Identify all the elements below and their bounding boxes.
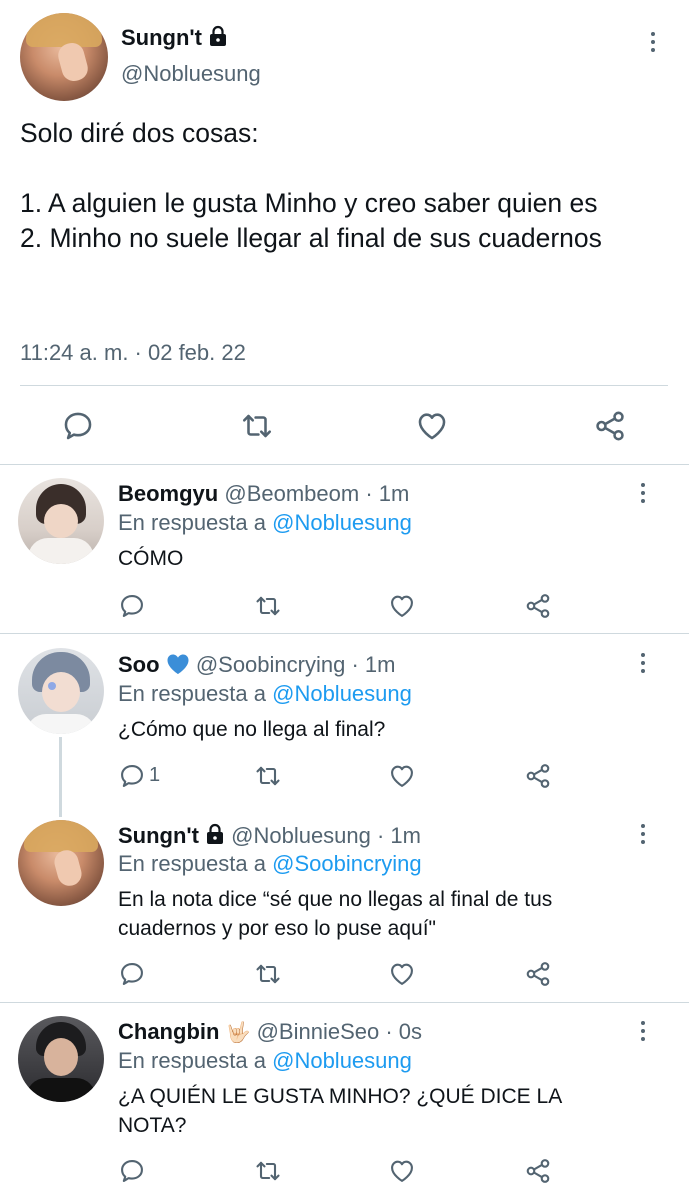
- heart-icon: [391, 963, 413, 985]
- display-name[interactable]: Beomgyu: [118, 481, 218, 506]
- share-icon: [526, 1159, 550, 1183]
- share-icon: [526, 594, 550, 618]
- tweet-text: ¿A QUIÉN LE GUSTA MINHO? ¿QUÉ DICE LA NO…: [118, 1085, 563, 1137]
- tweet-text: En la nota dice “sé que no llegas al fin…: [118, 888, 553, 940]
- reply-button[interactable]: [112, 586, 152, 626]
- separator: [0, 633, 689, 634]
- more-options-button[interactable]: [631, 648, 655, 678]
- display-name[interactable]: Changbin: [118, 1019, 219, 1044]
- share-button[interactable]: [518, 1151, 558, 1191]
- divider: [20, 385, 668, 386]
- handle[interactable]: @Nobluesung: [121, 61, 261, 87]
- avatar[interactable]: [20, 13, 108, 101]
- share-button[interactable]: [518, 586, 558, 626]
- tweet-text: CÓMO: [118, 547, 184, 570]
- reply-context-label: En respuesta a: [118, 851, 266, 876]
- share-icon: [596, 411, 624, 441]
- speech-bubble-icon: [121, 963, 143, 985]
- share-icon: [526, 962, 550, 986]
- reply-button[interactable]: [112, 954, 152, 994]
- separator: [0, 464, 689, 465]
- display-name[interactable]: Sungn't: [121, 25, 202, 50]
- reply-context-label: En respuesta a: [118, 510, 266, 535]
- tweet-text: Solo diré dos cosas: 1. A alguien le gus…: [20, 118, 602, 253]
- like-button[interactable]: [382, 954, 422, 994]
- more-options-button[interactable]: [631, 478, 655, 508]
- reply-button[interactable]: [58, 406, 98, 446]
- speech-bubble-icon: [121, 595, 143, 617]
- display-name[interactable]: Soo: [118, 652, 160, 677]
- reply-context-label: En respuesta a: [118, 681, 266, 706]
- handle-and-time[interactable]: @Soobincrying · 1m: [196, 652, 396, 677]
- avatar[interactable]: [18, 648, 104, 734]
- reply-button[interactable]: [112, 756, 152, 796]
- reply-button[interactable]: [112, 1151, 152, 1191]
- tweet-text: ¿Cómo que no llega al final?: [118, 718, 386, 741]
- share-button[interactable]: [518, 954, 558, 994]
- more-options-button[interactable]: [641, 27, 665, 57]
- lock-icon: [207, 823, 223, 844]
- share-button[interactable]: [590, 406, 630, 446]
- more-options-button[interactable]: [631, 1016, 655, 1046]
- like-button[interactable]: [382, 756, 422, 796]
- retweet-icon: [242, 414, 272, 438]
- handle-and-time[interactable]: @Beombeom · 1m: [224, 481, 409, 506]
- share-icon: [526, 764, 550, 788]
- hand-emoji: 🤟🏻: [225, 1022, 251, 1044]
- reply-to-link[interactable]: @Nobluesung: [272, 510, 412, 535]
- avatar[interactable]: [18, 1016, 104, 1102]
- thread-connector: [59, 737, 62, 817]
- retweet-icon: [256, 596, 280, 616]
- speech-bubble-icon: [121, 1160, 143, 1182]
- tweet-timestamp[interactable]: 11:24 a. m. · 02 feb. 22: [20, 340, 246, 366]
- avatar[interactable]: [18, 820, 104, 906]
- reply-to-link[interactable]: @Nobluesung: [272, 1048, 412, 1073]
- retweet-icon: [256, 964, 280, 984]
- retweet-icon: [256, 1161, 280, 1181]
- retweet-button[interactable]: [237, 406, 277, 446]
- retweet-button[interactable]: [248, 1151, 288, 1191]
- display-name[interactable]: Sungn't: [118, 823, 199, 848]
- share-button[interactable]: [518, 756, 558, 796]
- blue-heart-emoji: [167, 654, 189, 674]
- handle-and-time[interactable]: @Nobluesung · 1m: [231, 823, 421, 848]
- retweet-button[interactable]: [248, 954, 288, 994]
- like-button[interactable]: [382, 586, 422, 626]
- like-button[interactable]: [412, 406, 452, 446]
- speech-bubble-icon: [121, 765, 143, 787]
- heart-icon: [391, 1160, 413, 1182]
- reply-count: 1: [149, 764, 161, 786]
- separator: [0, 1002, 689, 1003]
- retweet-icon: [256, 766, 280, 786]
- speech-bubble-icon: [64, 412, 92, 440]
- handle-and-time[interactable]: @BinnieSeo · 0s: [257, 1019, 422, 1044]
- like-button[interactable]: [382, 1151, 422, 1191]
- more-options-button[interactable]: [631, 819, 655, 849]
- heart-icon: [391, 765, 413, 787]
- avatar[interactable]: [18, 478, 104, 564]
- reply-to-link[interactable]: @Nobluesung: [272, 681, 412, 706]
- reply-context-label: En respuesta a: [118, 1048, 266, 1073]
- heart-icon: [391, 595, 413, 617]
- retweet-button[interactable]: [248, 756, 288, 796]
- heart-icon: [418, 413, 446, 440]
- lock-icon: [210, 25, 226, 46]
- reply-to-link[interactable]: @Soobincrying: [272, 851, 422, 876]
- retweet-button[interactable]: [248, 586, 288, 626]
